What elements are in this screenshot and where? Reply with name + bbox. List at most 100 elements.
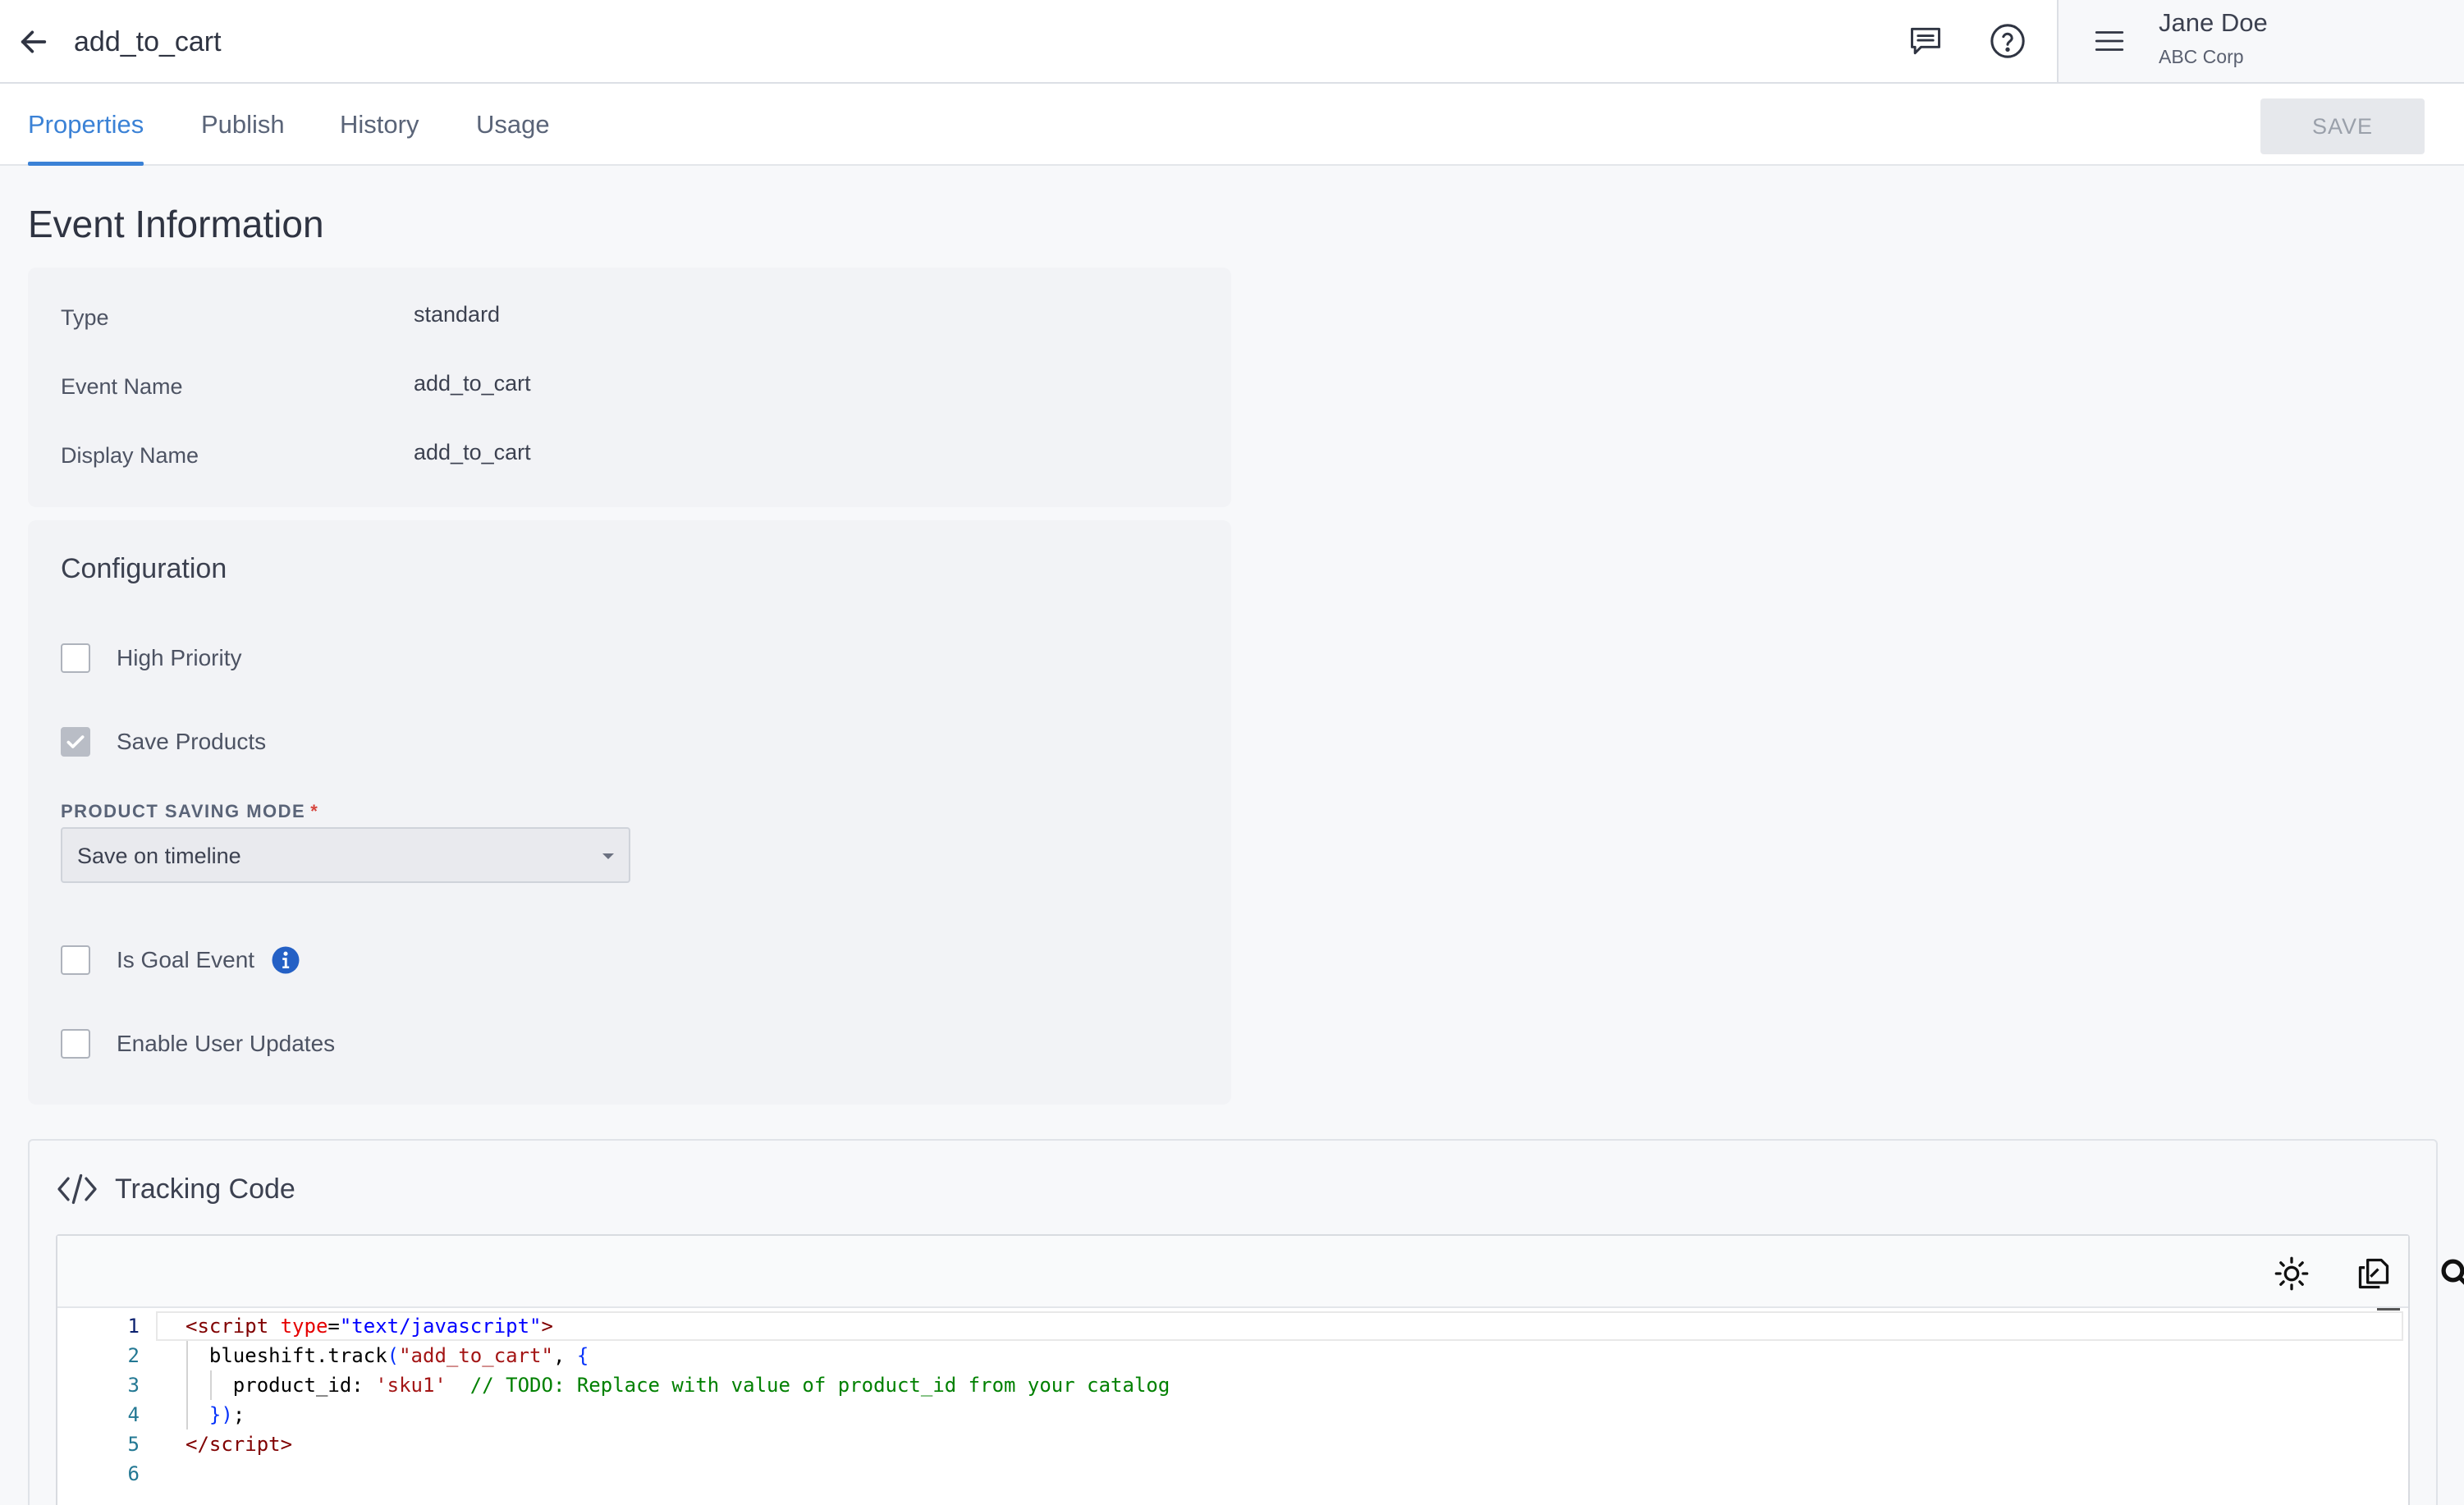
- code-token: product_id:: [185, 1374, 376, 1397]
- code-token: blueshift.track: [185, 1344, 387, 1367]
- high-priority-label: High Priority: [117, 645, 242, 670]
- tab-properties[interactable]: Properties: [28, 84, 144, 166]
- theme-toggle-icon: [2274, 1256, 2309, 1291]
- code-token: type: [280, 1315, 328, 1338]
- code-line: 4 });: [57, 1400, 2408, 1430]
- help-icon: [1990, 24, 2025, 58]
- code-text: product_id: 'sku1' // TODO: Replace with…: [185, 1370, 1170, 1400]
- search-code-button[interactable]: [2433, 1251, 2464, 1297]
- save-button[interactable]: SAVE: [2260, 98, 2425, 154]
- code-line: 1 <script type="text/javascript">: [57, 1311, 2408, 1341]
- enable-user-updates-checkbox[interactable]: [61, 1029, 90, 1059]
- configuration-card: Configuration High Priority Save Product…: [28, 520, 1231, 1105]
- indent-guide: [186, 1400, 188, 1430]
- indent-guide: [186, 1341, 188, 1370]
- high-priority-row[interactable]: High Priority: [61, 642, 241, 675]
- code-token: script: [197, 1315, 269, 1338]
- line-number: 4: [127, 1403, 140, 1426]
- top-header: add_to_cart Jane Doe ABC Corp: [0, 0, 2464, 84]
- code-token: ;: [232, 1403, 245, 1426]
- line-number: 2: [127, 1344, 140, 1367]
- code-text: </script>: [185, 1430, 292, 1459]
- code-token: ,: [552, 1344, 577, 1367]
- tab-publish[interactable]: Publish: [201, 84, 285, 166]
- indent-guide: [186, 1370, 188, 1400]
- code-line: 3 product_id: 'sku1' // TODO: Replace wi…: [57, 1370, 2408, 1400]
- chat-icon: [1911, 27, 1940, 55]
- line-number: 6: [127, 1462, 140, 1485]
- code-icon: [57, 1173, 97, 1205]
- user-name: Jane Doe: [2159, 8, 2268, 37]
- line-number: 5: [127, 1433, 140, 1456]
- code-text: <script type="text/javascript">: [185, 1311, 553, 1341]
- product-saving-mode-value: Save on timeline: [77, 844, 241, 868]
- code-token: =: [327, 1315, 340, 1338]
- code-token: // TODO: Replace with value of product_i…: [469, 1374, 1170, 1397]
- copy-button[interactable]: [2351, 1251, 2397, 1297]
- theme-toggle-button[interactable]: [2269, 1251, 2315, 1297]
- tab-bar: Properties Publish History Usage SAVE: [0, 84, 2464, 166]
- code-editor[interactable]: 1 <script type="text/javascript"> 2 bluesh…: [56, 1234, 2464, 1505]
- tracking-code-title: Tracking Code: [115, 1173, 295, 1205]
- high-priority-checkbox[interactable]: [61, 643, 90, 673]
- code-token: >: [280, 1433, 293, 1456]
- info-icon[interactable]: [271, 945, 300, 975]
- event-name-label: Event Name: [61, 374, 183, 399]
- type-label: Type: [61, 305, 109, 330]
- save-products-row[interactable]: Save Products: [61, 725, 266, 758]
- chevron-down-icon: [602, 853, 614, 859]
- hamburger-menu-icon: [2095, 31, 2124, 51]
- enable-user-updates-row[interactable]: Enable User Updates: [61, 1027, 335, 1060]
- chat-button[interactable]: [1903, 18, 1949, 64]
- event-info-card: Type standard Event Name add_to_cart Dis…: [28, 268, 1231, 507]
- enable-user-updates-label: Enable User Updates: [117, 1031, 336, 1056]
- code-token: </: [185, 1433, 209, 1456]
- code-line: 5 </script>: [57, 1430, 2408, 1459]
- overview-ruler-marker: [2377, 1308, 2400, 1311]
- line-number: 3: [127, 1374, 140, 1397]
- copy-icon: [2358, 1258, 2389, 1289]
- display-name-label: Display Name: [61, 443, 199, 468]
- code-line: 2 blueshift.track("add_to_cart", {: [57, 1341, 2408, 1370]
- code-token: script: [208, 1433, 281, 1456]
- code-token: <: [185, 1315, 198, 1338]
- code-token: }): [208, 1403, 233, 1426]
- indent-guide: [210, 1370, 212, 1400]
- page-title: add_to_cart: [74, 26, 222, 57]
- back-button[interactable]: [13, 21, 54, 62]
- type-value: standard: [414, 302, 501, 327]
- code-token: (: [387, 1344, 400, 1367]
- hamburger-menu-button[interactable]: [2086, 18, 2132, 64]
- event-information-title: Event Information: [28, 203, 324, 245]
- product-saving-mode-label: PRODUCT SAVING MODE *: [61, 801, 319, 821]
- help-button[interactable]: [1985, 18, 2031, 64]
- code-token: "text/javascript": [339, 1315, 542, 1338]
- code-area[interactable]: 1 <script type="text/javascript"> 2 bluesh…: [57, 1308, 2408, 1505]
- is-goal-event-row[interactable]: Is Goal Event: [61, 944, 300, 977]
- event-name-value: add_to_cart: [414, 371, 531, 396]
- save-products-label: Save Products: [117, 729, 267, 754]
- line-number: 1: [127, 1315, 140, 1338]
- tab-history[interactable]: History: [340, 84, 419, 166]
- code-line: 6: [57, 1459, 2408, 1489]
- display-name-value: add_to_cart: [414, 440, 531, 464]
- is-goal-event-checkbox[interactable]: [61, 945, 90, 975]
- code-token: 'sku1': [375, 1374, 447, 1397]
- tracking-code-header: Tracking Code: [56, 1169, 295, 1210]
- editor-toolbar: [57, 1236, 2464, 1308]
- back-arrow-icon: [21, 30, 47, 53]
- tab-usage[interactable]: Usage: [476, 84, 550, 166]
- search-icon: [2441, 1259, 2464, 1285]
- code-token: {: [576, 1344, 589, 1367]
- required-indicator: *: [310, 801, 319, 821]
- user-panel[interactable]: Jane Doe ABC Corp: [2057, 0, 2464, 82]
- checkmark-icon: [66, 735, 85, 748]
- code-token: "add_to_cart": [399, 1344, 553, 1367]
- save-products-checkbox[interactable]: [61, 727, 90, 757]
- code-text: blueshift.track("add_to_cart", {: [185, 1341, 589, 1370]
- tracking-code-panel: Tracking Code 1 <script type="text/javasc…: [28, 1139, 2464, 1505]
- product-saving-mode-select[interactable]: Save on timeline: [61, 827, 630, 883]
